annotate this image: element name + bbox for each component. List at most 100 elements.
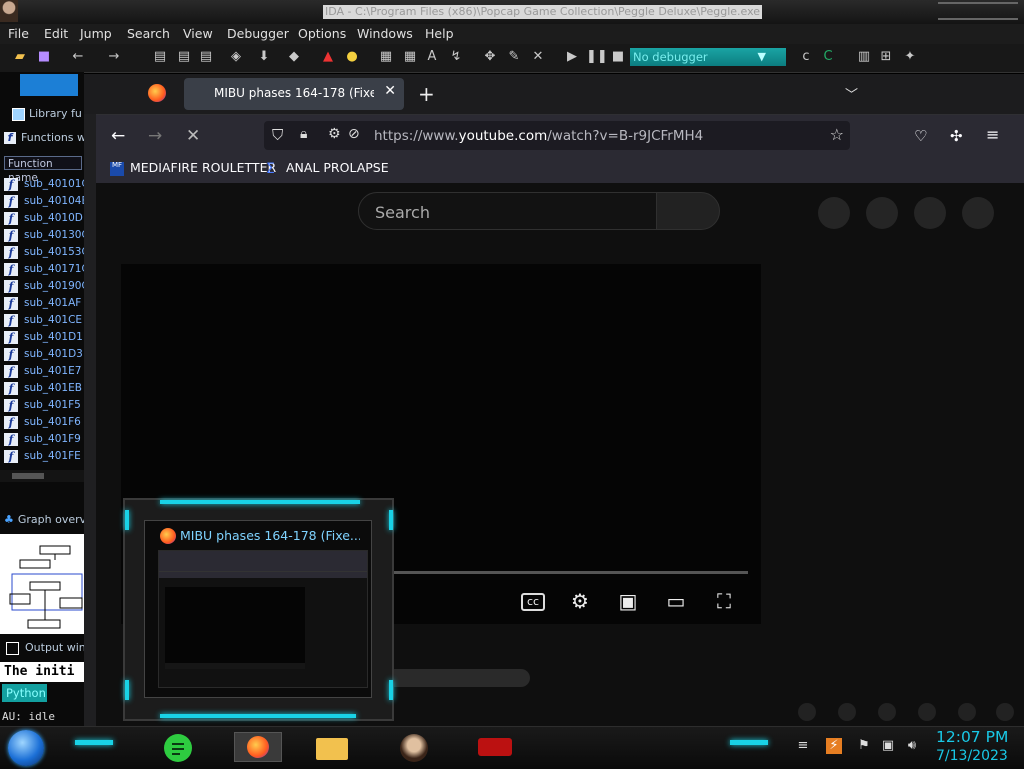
debugger-select[interactable]: No debugger ▼ xyxy=(630,48,786,66)
forward-button[interactable]: → xyxy=(148,126,162,146)
graph-overview-canvas[interactable] xyxy=(0,534,84,634)
video-progress-bar[interactable] xyxy=(386,571,748,574)
youtube-search-input[interactable]: Search xyxy=(358,192,658,230)
taskbar-app-portrait[interactable] xyxy=(396,732,432,762)
placeholder-avatar[interactable] xyxy=(914,197,946,229)
menu-search[interactable]: Search xyxy=(127,26,170,42)
list-tabs-chevron-icon[interactable]: ﹀ xyxy=(845,84,858,103)
doc-icon[interactable]: ▥ xyxy=(856,49,872,65)
save-icon[interactable]: ■ xyxy=(36,49,52,65)
breakpoint-icon[interactable]: ✥ xyxy=(482,49,498,65)
show-desktop-icon[interactable]: ≡ xyxy=(795,738,811,754)
xref-icon[interactable]: ↯ xyxy=(448,49,464,65)
patch-icon[interactable]: ◆ xyxy=(286,49,302,65)
taskbar-file-explorer[interactable] xyxy=(314,732,350,762)
function-list-item[interactable]: f sub_40153C xyxy=(4,244,84,261)
tray-app-icon[interactable]: ⚡ xyxy=(826,738,842,754)
menu-edit[interactable]: Edit xyxy=(44,26,68,42)
binary-icon[interactable]: ▤ xyxy=(152,49,168,65)
hex-icon[interactable]: ▤ xyxy=(198,49,214,65)
segment-icon[interactable]: ▦ xyxy=(378,49,394,65)
forward-arrow-icon[interactable]: → xyxy=(106,49,122,65)
menu-jump[interactable]: Jump xyxy=(80,26,112,42)
delete-icon[interactable]: ✕ xyxy=(530,49,546,65)
function-list-item[interactable]: f sub_401AF xyxy=(4,295,84,312)
decompile-icon[interactable]: C xyxy=(820,49,836,65)
data-icon[interactable]: ⬇ xyxy=(256,49,272,65)
function-list-item[interactable]: f sub_40130C xyxy=(4,227,84,244)
code-icon[interactable]: ◈ xyxy=(228,49,244,65)
function-list-item[interactable]: f sub_401EB xyxy=(4,380,84,397)
miniplayer-icon[interactable]: ▣ xyxy=(616,589,640,613)
function-list-item[interactable]: f sub_40101C xyxy=(4,176,84,193)
graph-overview-title[interactable]: ♣ Graph overv xyxy=(4,513,86,527)
text-icon[interactable]: ▤ xyxy=(176,49,192,65)
captions-icon[interactable]: cc xyxy=(521,593,545,611)
graph-icon[interactable]: ⊞ xyxy=(878,49,894,65)
function-list-item[interactable]: f sub_40171C xyxy=(4,261,84,278)
taskbar-game-app[interactable] xyxy=(472,732,520,762)
fullscreen-icon[interactable]: ⛶ xyxy=(712,589,736,613)
lock-icon[interactable]: 🔒︎ xyxy=(300,126,307,142)
open-folder-icon[interactable]: ▰ xyxy=(12,49,28,65)
function-list-item[interactable]: f sub_401FE xyxy=(4,448,84,465)
menu-options[interactable]: Options xyxy=(298,26,346,42)
theater-mode-icon[interactable]: ▭ xyxy=(664,589,688,613)
bulb-icon[interactable]: ● xyxy=(344,49,360,65)
menu-hamburger-icon[interactable]: ≡ xyxy=(986,125,999,144)
settings-gear-icon[interactable]: ⚙ xyxy=(568,589,592,613)
menu-view[interactable]: View xyxy=(183,26,213,42)
pocket-icon[interactable]: ♡ xyxy=(914,127,927,145)
function-list-item[interactable]: f sub_4010D xyxy=(4,210,84,227)
placeholder-avatar[interactable] xyxy=(866,197,898,229)
function-list-item[interactable]: f sub_401CE xyxy=(4,312,84,329)
function-list-item[interactable]: f sub_401D1 xyxy=(4,329,84,346)
new-tab-button[interactable]: + xyxy=(418,82,435,106)
function-list-item[interactable]: f sub_401F6 xyxy=(4,414,84,431)
extensions-icon[interactable]: ✣ xyxy=(950,127,963,145)
close-icon[interactable]: ✕ xyxy=(384,83,396,99)
shield-icon[interactable]: ⛉ xyxy=(272,126,283,144)
play-icon[interactable]: ▶ xyxy=(564,49,580,65)
menu-windows[interactable]: Windows xyxy=(357,26,413,42)
firefox-icon[interactable] xyxy=(148,84,166,102)
clock-date[interactable]: 7/13/2023 xyxy=(936,748,1008,764)
youtube-search-button[interactable] xyxy=(656,192,720,230)
menu-debugger[interactable]: Debugger xyxy=(227,26,289,42)
bookmark-mediafire[interactable]: MF MEDIAFIRE ROULETTER xyxy=(110,160,276,176)
stop-icon[interactable]: ■ xyxy=(610,49,626,65)
menu-file[interactable]: File xyxy=(8,26,29,42)
function-list-item[interactable]: f sub_40104E xyxy=(4,193,84,210)
library-panel-title[interactable]: Library fu xyxy=(4,107,82,121)
string-icon[interactable]: A xyxy=(424,49,440,65)
network-icon[interactable]: ▣ xyxy=(880,738,896,754)
python-button[interactable]: Python xyxy=(2,684,47,702)
function-list-item[interactable]: f sub_401F5 xyxy=(4,397,84,414)
edit-icon[interactable]: ✎ xyxy=(506,49,522,65)
window-caption-buttons[interactable] xyxy=(938,2,1018,20)
bookmark-star-icon[interactable]: ☆ xyxy=(830,125,844,144)
functions-panel-title[interactable]: f Functions w xyxy=(4,131,86,145)
taskbar-firefox[interactable] xyxy=(234,732,282,762)
function-list-item[interactable]: f sub_401F9 xyxy=(4,431,84,448)
autoplay-blocked-icon[interactable]: ⊘ xyxy=(348,126,360,142)
volume-icon[interactable]: 🔊︎ xyxy=(904,738,920,754)
back-arrow-icon[interactable]: ← xyxy=(70,49,86,65)
output-window-title[interactable]: Output win xyxy=(4,641,86,655)
url-bar[interactable]: ⛉ 🔒︎ ⚙ ⊘ https://www.youtube.com/watch?v… xyxy=(264,121,850,150)
function-list-item[interactable]: f sub_40190C xyxy=(4,278,84,295)
c-icon[interactable]: c xyxy=(798,49,814,65)
warning-icon[interactable]: ▲ xyxy=(320,49,336,65)
tab-youtube[interactable]: MIBU phases 164-178 (Fixed) - YouTube ✕ xyxy=(184,78,404,110)
struct-icon[interactable]: ▦ xyxy=(402,49,418,65)
function-name-header[interactable]: Function name xyxy=(4,156,82,184)
placeholder-avatar[interactable] xyxy=(818,197,850,229)
action-center-flag-icon[interactable]: ⚑ xyxy=(856,738,872,754)
placeholder-avatar[interactable] xyxy=(962,197,994,229)
taskbar-notes-app[interactable] xyxy=(162,732,198,762)
menu-help[interactable]: Help xyxy=(425,26,454,42)
function-list-item[interactable]: f sub_401E7 xyxy=(4,363,84,380)
stop-loading-button[interactable]: ✕ xyxy=(186,126,200,146)
horizontal-scrollbar[interactable] xyxy=(0,470,84,482)
permissions-icon[interactable]: ⚙ xyxy=(328,126,341,142)
